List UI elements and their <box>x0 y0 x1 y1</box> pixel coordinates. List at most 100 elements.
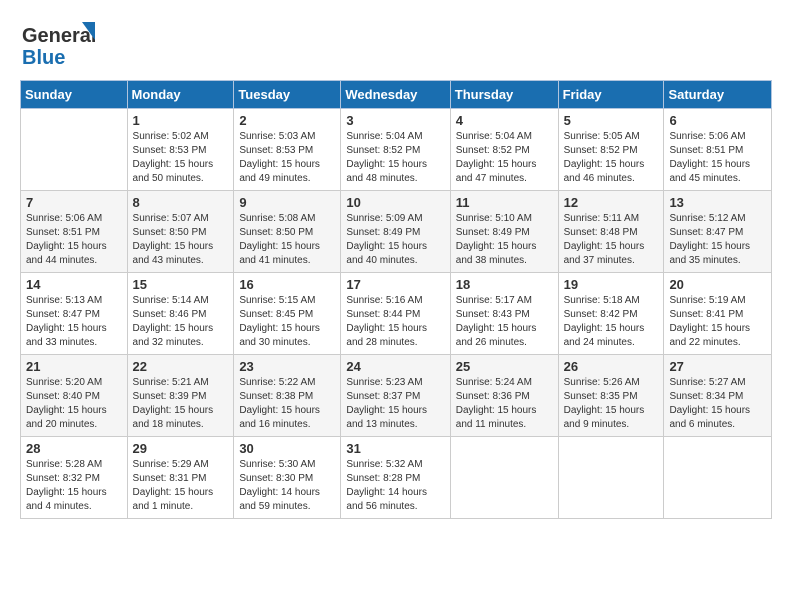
calendar-cell: 22 Sunrise: 5:21 AMSunset: 8:39 PMDayligh… <box>127 355 234 437</box>
day-info: Sunrise: 5:21 AMSunset: 8:39 PMDaylight:… <box>133 376 229 432</box>
calendar-cell: 7 Sunrise: 5:06 AMSunset: 8:51 PMDaylight… <box>21 191 128 273</box>
day-info: Sunrise: 5:05 AMSunset: 8:52 PMDaylight:… <box>564 130 659 186</box>
calendar-cell: 8 Sunrise: 5:07 AMSunset: 8:50 PMDaylight… <box>127 191 234 273</box>
calendar-cell: 24Sunrise: 5:23 AMSunset: 8:37 PMDayligh… <box>341 355 450 437</box>
day-info: Sunrise: 5:16 AMSunset: 8:44 PMDaylight:… <box>346 294 444 350</box>
day-number: 28 <box>26 441 122 456</box>
day-info: Sunrise: 5:11 AMSunset: 8:48 PMDaylight:… <box>564 212 659 268</box>
day-info: Sunrise: 5:14 AMSunset: 8:46 PMDaylight:… <box>133 294 229 350</box>
day-number: 6 <box>669 113 766 128</box>
calendar-cell: 11 Sunrise: 5:10 AMSunset: 8:49 PMDayligh… <box>450 191 558 273</box>
day-number: 26 <box>564 359 659 374</box>
calendar-cell: 23 Sunrise: 5:22 AMSunset: 8:38 PMDayligh… <box>234 355 341 437</box>
day-info: Sunrise: 5:02 AMSunset: 8:53 PMDaylight:… <box>133 130 229 186</box>
day-info: Sunrise: 5:22 AMSunset: 8:38 PMDaylight:… <box>239 376 335 432</box>
day-info: Sunrise: 5:24 AMSunset: 8:36 PMDaylight:… <box>456 376 553 432</box>
weekday-header: Monday <box>127 81 234 109</box>
day-info: Sunrise: 5:18 AMSunset: 8:42 PMDaylight:… <box>564 294 659 350</box>
day-number: 3 <box>346 113 444 128</box>
calendar-cell: 2Sunrise: 5:03 AMSunset: 8:53 PMDaylight… <box>234 109 341 191</box>
calendar-cell: 3 Sunrise: 5:04 AMSunset: 8:52 PMDaylight… <box>341 109 450 191</box>
day-info: Sunrise: 5:20 AMSunset: 8:40 PMDaylight:… <box>26 376 122 432</box>
logo: GeneralBlue <box>20 20 102 70</box>
day-info: Sunrise: 5:08 AMSunset: 8:50 PMDaylight:… <box>239 212 335 268</box>
day-info: Sunrise: 5:06 AMSunset: 8:51 PMDaylight:… <box>26 212 122 268</box>
day-number: 14 <box>26 277 122 292</box>
day-number: 18 <box>456 277 553 292</box>
svg-text:General: General <box>22 25 96 47</box>
calendar-cell: 25 Sunrise: 5:24 AMSunset: 8:36 PMDayligh… <box>450 355 558 437</box>
day-number: 25 <box>456 359 553 374</box>
day-info: Sunrise: 5:03 AMSunset: 8:53 PMDaylight:… <box>239 130 335 186</box>
calendar-cell: 6 Sunrise: 5:06 AMSunset: 8:51 PMDaylight… <box>664 109 772 191</box>
calendar-cell <box>558 437 664 519</box>
page-header: GeneralBlue <box>20 20 772 70</box>
day-number: 11 <box>456 195 553 210</box>
calendar-cell: 5 Sunrise: 5:05 AMSunset: 8:52 PMDaylight… <box>558 109 664 191</box>
day-number: 19 <box>564 277 659 292</box>
day-number: 15 <box>133 277 229 292</box>
day-info: Sunrise: 5:29 AMSunset: 8:31 PMDaylight:… <box>133 458 229 514</box>
day-info: Sunrise: 5:32 AMSunset: 8:28 PMDaylight:… <box>346 458 444 514</box>
calendar-cell <box>450 437 558 519</box>
day-info: Sunrise: 5:27 AMSunset: 8:34 PMDaylight:… <box>669 376 766 432</box>
calendar-week-row: 14 Sunrise: 5:13 AMSunset: 8:47 PMDayligh… <box>21 273 772 355</box>
day-info: Sunrise: 5:07 AMSunset: 8:50 PMDaylight:… <box>133 212 229 268</box>
day-info: Sunrise: 5:06 AMSunset: 8:51 PMDaylight:… <box>669 130 766 186</box>
calendar-table: SundayMondayTuesdayWednesdayThursdayFrid… <box>20 80 772 519</box>
day-info: Sunrise: 5:10 AMSunset: 8:49 PMDaylight:… <box>456 212 553 268</box>
day-number: 16 <box>239 277 335 292</box>
calendar-cell: 12Sunrise: 5:11 AMSunset: 8:48 PMDayligh… <box>558 191 664 273</box>
calendar-cell: 30 Sunrise: 5:30 AMSunset: 8:30 PMDayligh… <box>234 437 341 519</box>
calendar-week-row: 1Sunrise: 5:02 AMSunset: 8:53 PMDaylight… <box>21 109 772 191</box>
day-number: 20 <box>669 277 766 292</box>
day-number: 21 <box>26 359 122 374</box>
calendar-cell: 9Sunrise: 5:08 AMSunset: 8:50 PMDaylight… <box>234 191 341 273</box>
day-number: 29 <box>133 441 229 456</box>
day-number: 4 <box>456 113 553 128</box>
calendar-week-row: 21 Sunrise: 5:20 AMSunset: 8:40 PMDayligh… <box>21 355 772 437</box>
calendar-cell: 19 Sunrise: 5:18 AMSunset: 8:42 PMDayligh… <box>558 273 664 355</box>
day-number: 13 <box>669 195 766 210</box>
calendar-cell: 4 Sunrise: 5:04 AMSunset: 8:52 PMDaylight… <box>450 109 558 191</box>
day-number: 10 <box>346 195 444 210</box>
weekday-header: Thursday <box>450 81 558 109</box>
day-number: 7 <box>26 195 122 210</box>
calendar-cell: 10 Sunrise: 5:09 AMSunset: 8:49 PMDayligh… <box>341 191 450 273</box>
logo-icon: GeneralBlue <box>20 20 100 70</box>
day-number: 5 <box>564 113 659 128</box>
day-info: Sunrise: 5:23 AMSunset: 8:37 PMDaylight:… <box>346 376 444 432</box>
day-info: Sunrise: 5:04 AMSunset: 8:52 PMDaylight:… <box>346 130 444 186</box>
day-info: Sunrise: 5:15 AMSunset: 8:45 PMDaylight:… <box>239 294 335 350</box>
weekday-header: Saturday <box>664 81 772 109</box>
weekday-header: Friday <box>558 81 664 109</box>
calendar-cell: 27Sunrise: 5:27 AMSunset: 8:34 PMDayligh… <box>664 355 772 437</box>
day-number: 30 <box>239 441 335 456</box>
day-info: Sunrise: 5:30 AMSunset: 8:30 PMDaylight:… <box>239 458 335 514</box>
day-info: Sunrise: 5:17 AMSunset: 8:43 PMDaylight:… <box>456 294 553 350</box>
day-info: Sunrise: 5:09 AMSunset: 8:49 PMDaylight:… <box>346 212 444 268</box>
day-number: 8 <box>133 195 229 210</box>
day-info: Sunrise: 5:12 AMSunset: 8:47 PMDaylight:… <box>669 212 766 268</box>
day-number: 22 <box>133 359 229 374</box>
calendar-cell: 21 Sunrise: 5:20 AMSunset: 8:40 PMDayligh… <box>21 355 128 437</box>
calendar-cell: 15 Sunrise: 5:14 AMSunset: 8:46 PMDayligh… <box>127 273 234 355</box>
day-number: 17 <box>346 277 444 292</box>
day-info: Sunrise: 5:13 AMSunset: 8:47 PMDaylight:… <box>26 294 122 350</box>
calendar-cell: 14 Sunrise: 5:13 AMSunset: 8:47 PMDayligh… <box>21 273 128 355</box>
calendar-cell: 18 Sunrise: 5:17 AMSunset: 8:43 PMDayligh… <box>450 273 558 355</box>
day-number: 31 <box>346 441 444 456</box>
day-info: Sunrise: 5:19 AMSunset: 8:41 PMDaylight:… <box>669 294 766 350</box>
weekday-header: Tuesday <box>234 81 341 109</box>
day-info: Sunrise: 5:04 AMSunset: 8:52 PMDaylight:… <box>456 130 553 186</box>
calendar-cell: 1Sunrise: 5:02 AMSunset: 8:53 PMDaylight… <box>127 109 234 191</box>
calendar-cell: 17 Sunrise: 5:16 AMSunset: 8:44 PMDayligh… <box>341 273 450 355</box>
calendar-cell <box>21 109 128 191</box>
calendar-cell: 20 Sunrise: 5:19 AMSunset: 8:41 PMDayligh… <box>664 273 772 355</box>
day-number: 23 <box>239 359 335 374</box>
calendar-cell: 13 Sunrise: 5:12 AMSunset: 8:47 PMDayligh… <box>664 191 772 273</box>
calendar-cell: 16 Sunrise: 5:15 AMSunset: 8:45 PMDayligh… <box>234 273 341 355</box>
calendar-cell <box>664 437 772 519</box>
weekday-header: Sunday <box>21 81 128 109</box>
calendar-cell: 31 Sunrise: 5:32 AMSunset: 8:28 PMDayligh… <box>341 437 450 519</box>
